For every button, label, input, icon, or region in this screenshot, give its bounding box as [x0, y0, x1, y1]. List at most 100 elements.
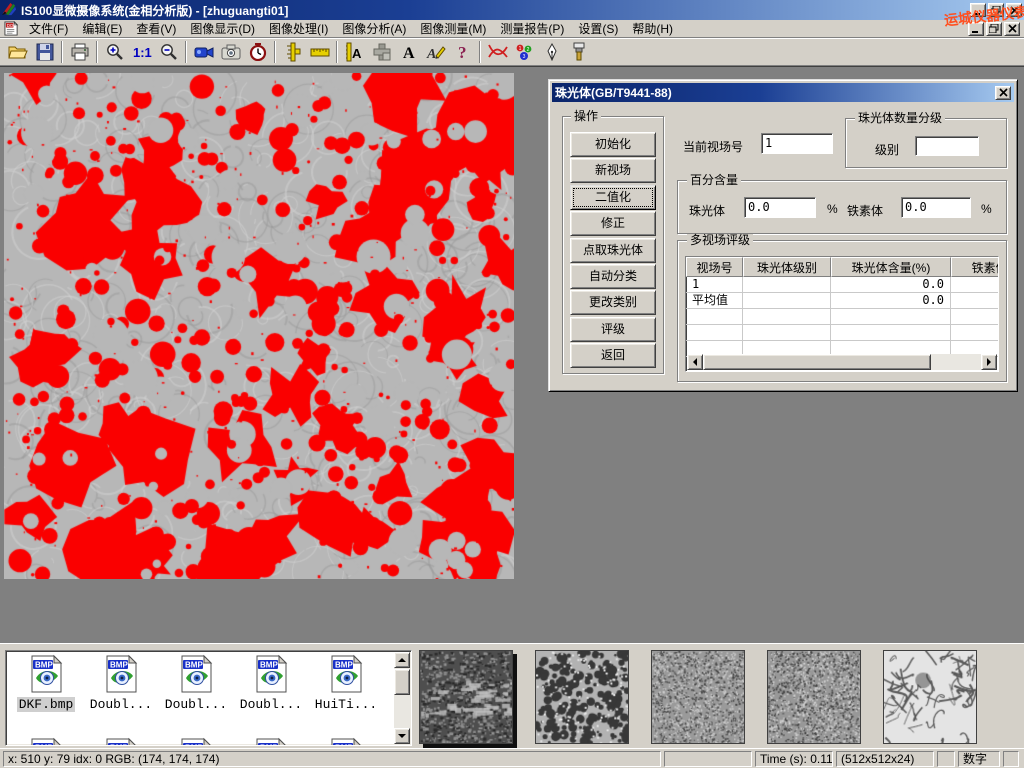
table-row[interactable] — [686, 309, 998, 325]
grade-input[interactable] — [915, 136, 979, 156]
vscroll-down-icon[interactable] — [394, 728, 410, 744]
table-column-2[interactable]: 珠光体级别 — [743, 257, 831, 277]
video-camera-icon[interactable] — [190, 40, 217, 64]
measure-text-icon[interactable]: A — [341, 40, 368, 64]
micrograph-thumbnail-5[interactable] — [883, 650, 977, 744]
rating-table-header: 视场号珠光体级别珠光体含量(%)铁素体含量(%) — [686, 257, 998, 277]
document-icon[interactable]: DOC — [3, 22, 19, 36]
file-name[interactable]: DKF.bmp — [17, 697, 76, 712]
op-button-1[interactable]: 初始化 — [570, 132, 656, 157]
micrograph-thumbnail-4[interactable] — [767, 650, 861, 744]
status-empty-3 — [1003, 751, 1019, 767]
micrograph-thumbnail-2[interactable] — [535, 650, 629, 744]
actual-size-icon[interactable]: 1:1 — [128, 40, 155, 64]
file-item-1[interactable]: BMPDKF.bmp — [10, 654, 82, 712]
menu-item-10[interactable]: 帮助(H) — [625, 20, 680, 38]
op-button-8[interactable]: 评级 — [570, 317, 656, 342]
brush-tool-icon[interactable] — [565, 40, 592, 64]
op-button-9[interactable]: 返回 — [570, 343, 656, 368]
table-column-4[interactable]: 铁素体含量(%) — [951, 257, 999, 277]
rating-table-hscrollbar[interactable] — [687, 354, 997, 370]
timer-clock-icon[interactable] — [244, 40, 271, 64]
op-button-6[interactable]: 自动分类 — [570, 264, 656, 289]
table-cell — [951, 325, 999, 341]
binarized-micrograph-image[interactable] — [4, 73, 514, 579]
bmp-image-file-icon: BMP — [103, 683, 139, 697]
edit-annotation-icon[interactable]: A — [422, 40, 449, 64]
file-item-partial-1[interactable]: BMP — [10, 737, 82, 746]
pen-tool-icon[interactable] — [538, 40, 565, 64]
table-row[interactable]: 10.0 — [686, 277, 998, 293]
pearlite-percent-input[interactable]: 0.0 — [744, 197, 816, 218]
horizontal-ruler-icon[interactable] — [306, 40, 333, 64]
menu-item-5[interactable]: 图像处理(I) — [262, 20, 335, 38]
capture-image-icon[interactable] — [217, 40, 244, 64]
menu-item-3[interactable]: 查看(V) — [129, 20, 183, 38]
file-name[interactable]: Doubl... — [238, 697, 304, 712]
help-icon[interactable]: ? — [449, 40, 476, 64]
ferrite-percent-input[interactable]: 0.0 — [901, 197, 971, 218]
pearlite-dialog-title: 珠光体(GB/T9441-88) — [555, 84, 672, 101]
table-row[interactable]: 平均值0.0 — [686, 293, 998, 309]
insert-text-icon[interactable]: A — [395, 40, 422, 64]
menu-item-9[interactable]: 设置(S) — [571, 20, 625, 38]
status-mode: 数字 — [958, 751, 1000, 767]
curve-tool-icon[interactable] — [484, 40, 511, 64]
bottom-panel: BMPDKF.bmpBMPDoubl...BMPDoubl...BMPDoubl… — [0, 643, 1024, 748]
file-item-partial-2[interactable]: BMP — [85, 737, 157, 746]
menu-item-1[interactable]: 文件(F) — [22, 20, 75, 38]
print-icon[interactable] — [66, 40, 93, 64]
svg-text:1:1: 1:1 — [133, 45, 152, 59]
ferrite-percent-label: 铁素体 — [847, 202, 883, 219]
table-column-1[interactable]: 视场号 — [686, 257, 743, 277]
op-button-7[interactable]: 更改类别 — [570, 290, 656, 315]
menu-item-4[interactable]: 图像显示(D) — [183, 20, 262, 38]
op-button-2[interactable]: 新视场 — [570, 158, 656, 183]
micrograph-thumbnail-1[interactable] — [419, 650, 513, 744]
vertical-caliper-icon[interactable] — [279, 40, 306, 64]
hscroll-thumb[interactable] — [703, 354, 931, 370]
file-browser-vscrollbar[interactable] — [394, 652, 410, 744]
file-item-3[interactable]: BMPDoubl... — [160, 654, 232, 712]
file-item-4[interactable]: BMPDoubl... — [235, 654, 307, 712]
open-file-icon[interactable] — [4, 40, 31, 64]
menu-item-2[interactable]: 编辑(E) — [75, 20, 129, 38]
file-item-partial-4[interactable]: BMP — [235, 737, 307, 746]
hscroll-left-icon[interactable] — [687, 354, 703, 370]
toolbar-separator — [61, 41, 63, 63]
hscroll-right-icon[interactable] — [981, 354, 997, 370]
rating-table: 视场号珠光体级别珠光体含量(%)铁素体含量(%) 10.0平均值0.0 — [685, 256, 999, 372]
merge-images-icon[interactable] — [368, 40, 395, 64]
grade-group-label: 珠光体数量分级 — [855, 112, 945, 124]
menu-bar: DOC 文件(F)编辑(E)查看(V)图像显示(D)图像处理(I)图像分析(A)… — [0, 20, 1024, 38]
op-button-4[interactable]: 修正 — [570, 211, 656, 236]
table-row[interactable] — [686, 325, 998, 341]
file-name[interactable]: Doubl... — [88, 697, 154, 712]
op-button-5[interactable]: 点取珠光体 — [570, 238, 656, 263]
file-name[interactable]: Doubl... — [163, 697, 229, 712]
file-item-5[interactable]: BMPHuiTi... — [310, 654, 382, 712]
pearlite-dialog: 珠光体(GB/T9441-88) 操作 初始化新视场二值化修正点取珠光体自动分类… — [548, 79, 1018, 392]
table-column-3[interactable]: 珠光体含量(%) — [831, 257, 951, 277]
vscroll-up-icon[interactable] — [394, 652, 410, 668]
zoom-in-icon[interactable] — [101, 40, 128, 64]
zoom-out-icon[interactable] — [155, 40, 182, 64]
file-item-partial-5[interactable]: BMP — [310, 737, 382, 746]
file-item-partial-3[interactable]: BMP — [160, 737, 232, 746]
menu-item-8[interactable]: 测量报告(P) — [493, 20, 571, 38]
menu-item-7[interactable]: 图像测量(M) — [413, 20, 493, 38]
dialog-close-button[interactable] — [995, 86, 1011, 100]
current-field-input[interactable]: 1 — [761, 133, 833, 154]
status-image-size: (512x512x24) — [836, 751, 934, 767]
pearlite-dialog-titlebar[interactable]: 珠光体(GB/T9441-88) — [552, 83, 1014, 102]
file-name[interactable]: HuiTi... — [313, 697, 379, 712]
file-item-2[interactable]: BMPDoubl... — [85, 654, 157, 712]
table-cell — [686, 325, 743, 341]
save-file-icon[interactable] — [31, 40, 58, 64]
op-button-3[interactable]: 二值化 — [570, 185, 656, 210]
multi-field-group-label: 多视场评级 — [687, 234, 753, 246]
micrograph-thumbnail-3[interactable] — [651, 650, 745, 744]
classify-points-icon[interactable]: 123 — [511, 40, 538, 64]
vscroll-thumb[interactable] — [394, 669, 410, 695]
menu-item-6[interactable]: 图像分析(A) — [335, 20, 413, 38]
